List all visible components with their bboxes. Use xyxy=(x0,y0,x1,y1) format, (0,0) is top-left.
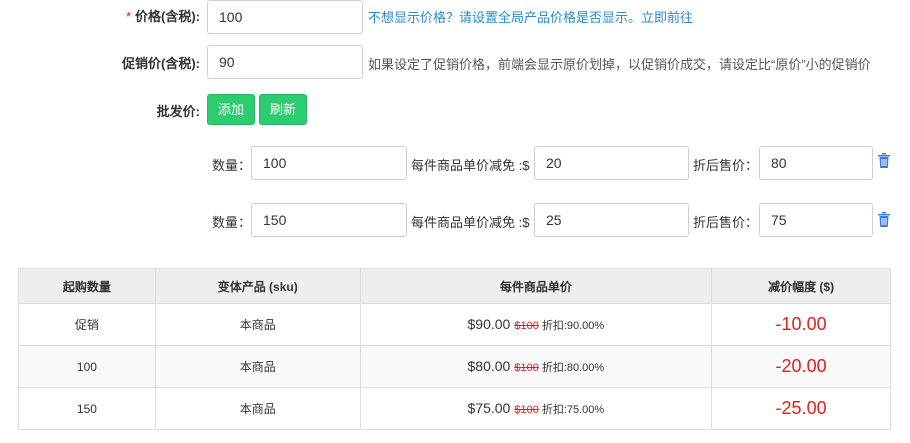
header-reduction: 减价幅度 ($) xyxy=(711,268,891,304)
header-sku: 变体产品 (sku) xyxy=(154,268,361,304)
sale-price-label: 促销价(含税): xyxy=(122,56,200,71)
price-input[interactable]: 100 xyxy=(207,0,363,34)
wholesale-label: 批发价: xyxy=(156,104,200,119)
price-label-text: 价格(含税): xyxy=(135,9,200,24)
tier-reduce-input[interactable]: 25 xyxy=(534,203,689,237)
cell-price: $80.00 $100 折扣:80.00% xyxy=(359,345,713,388)
trash-icon[interactable] xyxy=(877,152,891,172)
tier-reduce-label: 每件商品单价减免 :$ xyxy=(411,215,530,230)
cell-price: $90.00 $100 折扣:90.00% xyxy=(359,303,713,346)
price-original: $100 xyxy=(514,362,539,374)
price-now: $80.00 xyxy=(467,358,511,374)
header-min-qty: 起购数量 xyxy=(18,268,156,304)
tier-qty-label: 数量： xyxy=(212,215,252,230)
price-label: * 价格(含税): xyxy=(60,6,200,25)
tier-reduce-label: 每件商品单价减免 :$ xyxy=(411,158,530,173)
required-mark: * xyxy=(125,9,131,24)
cell-qty: 100 xyxy=(18,345,156,388)
table-row: 促销 本商品 $90.00 $100 折扣:90.00% -10.00 xyxy=(18,303,891,346)
cell-qty: 促销 xyxy=(18,303,156,346)
cell-sku: 本商品 xyxy=(154,345,361,388)
tier-after-input[interactable]: 75 xyxy=(759,203,873,237)
reduction-value: -10.00 xyxy=(775,314,827,334)
reduction-value: -20.00 xyxy=(775,356,827,376)
tier-after-label: 折后售价： xyxy=(693,215,759,230)
tier-reduce-input[interactable]: 20 xyxy=(534,146,689,180)
price-original: $100 xyxy=(514,404,539,416)
cell-price: $75.00 $100 折扣:75.00% xyxy=(359,387,713,430)
table-row: 150 本商品 $75.00 $100 折扣:75.00% -25.00 xyxy=(18,387,891,430)
price-discount: 折扣:90.00% xyxy=(541,320,605,332)
cell-reduction: -10.00 xyxy=(711,303,891,346)
sale-price-input[interactable]: 90 xyxy=(207,45,363,79)
refresh-button[interactable]: 刷新 xyxy=(259,94,308,125)
cell-sku: 本商品 xyxy=(154,303,361,346)
wholesale-price-table: 起购数量 变体产品 (sku) 每件商品单价 减价幅度 ($) 促销 本商品 $… xyxy=(18,268,891,430)
price-discount: 折扣:75.00% xyxy=(541,404,605,416)
tier-qty-input[interactable]: 150 xyxy=(251,203,407,237)
reduction-value: -25.00 xyxy=(775,398,827,418)
sale-price-hint: 如果设定了促销价格，前端会显示原价划掉，以促销价成交，请设定比“原价”小的促销价 xyxy=(368,57,871,72)
trash-icon[interactable] xyxy=(877,211,891,231)
tier-qty-label: 数量： xyxy=(212,158,252,173)
price-hint-link[interactable]: 不想显示价格？请设置全局产品价格是否显示。立即前往 xyxy=(368,7,693,26)
table-header-row: 起购数量 变体产品 (sku) 每件商品单价 减价幅度 ($) xyxy=(18,268,891,304)
tier-qty-input[interactable]: 100 xyxy=(251,146,407,180)
price-now: $90.00 xyxy=(467,316,511,332)
cell-reduction: -20.00 xyxy=(711,345,891,388)
tier-after-input[interactable]: 80 xyxy=(759,146,873,180)
tier-after-label: 折后售价： xyxy=(693,158,759,173)
cell-sku: 本商品 xyxy=(154,387,361,430)
cell-qty: 150 xyxy=(18,387,156,430)
add-tier-button[interactable]: 添加 xyxy=(207,94,256,125)
table-row: 100 本商品 $80.00 $100 折扣:80.00% -20.00 xyxy=(18,345,891,388)
price-discount: 折扣:80.00% xyxy=(541,362,605,374)
price-now: $75.00 xyxy=(467,400,511,416)
header-unit-price: 每件商品单价 xyxy=(359,268,713,304)
price-original: $100 xyxy=(514,320,539,332)
cell-reduction: -25.00 xyxy=(711,387,891,430)
